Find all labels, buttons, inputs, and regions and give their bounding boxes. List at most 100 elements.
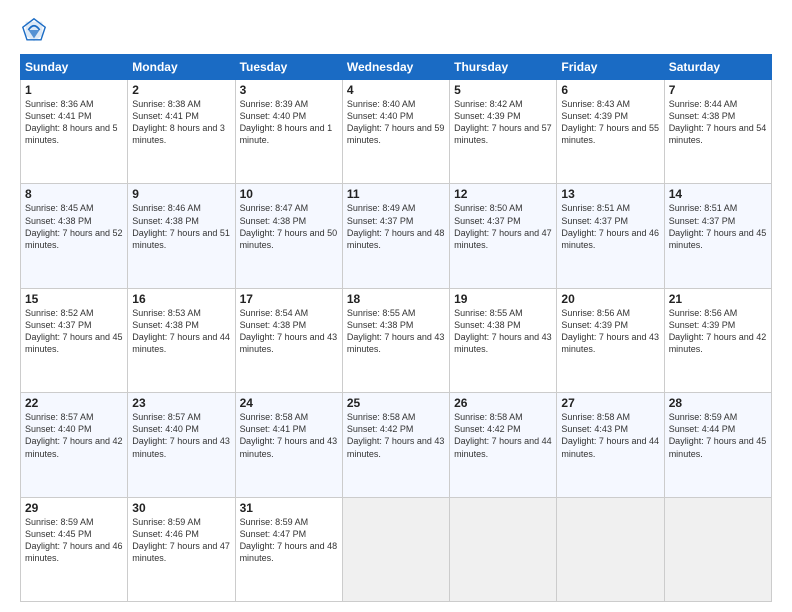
day-info: Sunrise: 8:59 AMSunset: 4:45 PMDaylight:… — [25, 516, 123, 565]
day-info: Sunrise: 8:42 AMSunset: 4:39 PMDaylight:… — [454, 98, 552, 147]
day-number: 3 — [240, 83, 338, 97]
day-info: Sunrise: 8:56 AMSunset: 4:39 PMDaylight:… — [669, 307, 767, 356]
day-info: Sunrise: 8:57 AMSunset: 4:40 PMDaylight:… — [25, 411, 123, 460]
calendar-cell: 20Sunrise: 8:56 AMSunset: 4:39 PMDayligh… — [557, 288, 664, 392]
day-number: 17 — [240, 292, 338, 306]
calendar-cell: 2Sunrise: 8:38 AMSunset: 4:41 PMDaylight… — [128, 80, 235, 184]
calendar-cell: 15Sunrise: 8:52 AMSunset: 4:37 PMDayligh… — [21, 288, 128, 392]
calendar-cell — [664, 497, 771, 601]
col-header-saturday: Saturday — [664, 55, 771, 80]
calendar-cell: 29Sunrise: 8:59 AMSunset: 4:45 PMDayligh… — [21, 497, 128, 601]
calendar-cell: 22Sunrise: 8:57 AMSunset: 4:40 PMDayligh… — [21, 393, 128, 497]
calendar-cell: 11Sunrise: 8:49 AMSunset: 4:37 PMDayligh… — [342, 184, 449, 288]
page: SundayMondayTuesdayWednesdayThursdayFrid… — [0, 0, 792, 612]
day-info: Sunrise: 8:54 AMSunset: 4:38 PMDaylight:… — [240, 307, 338, 356]
day-info: Sunrise: 8:39 AMSunset: 4:40 PMDaylight:… — [240, 98, 338, 147]
day-info: Sunrise: 8:47 AMSunset: 4:38 PMDaylight:… — [240, 202, 338, 251]
day-number: 16 — [132, 292, 230, 306]
day-info: Sunrise: 8:51 AMSunset: 4:37 PMDaylight:… — [669, 202, 767, 251]
day-info: Sunrise: 8:55 AMSunset: 4:38 PMDaylight:… — [347, 307, 445, 356]
day-info: Sunrise: 8:58 AMSunset: 4:41 PMDaylight:… — [240, 411, 338, 460]
calendar-cell: 5Sunrise: 8:42 AMSunset: 4:39 PMDaylight… — [450, 80, 557, 184]
day-number: 14 — [669, 187, 767, 201]
day-info: Sunrise: 8:51 AMSunset: 4:37 PMDaylight:… — [561, 202, 659, 251]
logo-icon — [20, 16, 48, 44]
col-header-tuesday: Tuesday — [235, 55, 342, 80]
calendar-cell: 6Sunrise: 8:43 AMSunset: 4:39 PMDaylight… — [557, 80, 664, 184]
day-number: 7 — [669, 83, 767, 97]
calendar-cell: 9Sunrise: 8:46 AMSunset: 4:38 PMDaylight… — [128, 184, 235, 288]
day-number: 13 — [561, 187, 659, 201]
day-info: Sunrise: 8:36 AMSunset: 4:41 PMDaylight:… — [25, 98, 123, 147]
col-header-wednesday: Wednesday — [342, 55, 449, 80]
day-number: 18 — [347, 292, 445, 306]
day-number: 8 — [25, 187, 123, 201]
day-number: 30 — [132, 501, 230, 515]
col-header-monday: Monday — [128, 55, 235, 80]
calendar-cell: 23Sunrise: 8:57 AMSunset: 4:40 PMDayligh… — [128, 393, 235, 497]
day-info: Sunrise: 8:59 AMSunset: 4:46 PMDaylight:… — [132, 516, 230, 565]
calendar-cell: 27Sunrise: 8:58 AMSunset: 4:43 PMDayligh… — [557, 393, 664, 497]
day-info: Sunrise: 8:52 AMSunset: 4:37 PMDaylight:… — [25, 307, 123, 356]
day-number: 26 — [454, 396, 552, 410]
day-number: 28 — [669, 396, 767, 410]
day-number: 22 — [25, 396, 123, 410]
calendar-cell: 3Sunrise: 8:39 AMSunset: 4:40 PMDaylight… — [235, 80, 342, 184]
calendar-cell: 10Sunrise: 8:47 AMSunset: 4:38 PMDayligh… — [235, 184, 342, 288]
header-row: SundayMondayTuesdayWednesdayThursdayFrid… — [21, 55, 772, 80]
day-number: 9 — [132, 187, 230, 201]
day-number: 29 — [25, 501, 123, 515]
day-number: 19 — [454, 292, 552, 306]
day-number: 23 — [132, 396, 230, 410]
calendar-cell: 1Sunrise: 8:36 AMSunset: 4:41 PMDaylight… — [21, 80, 128, 184]
day-info: Sunrise: 8:49 AMSunset: 4:37 PMDaylight:… — [347, 202, 445, 251]
day-number: 12 — [454, 187, 552, 201]
day-info: Sunrise: 8:56 AMSunset: 4:39 PMDaylight:… — [561, 307, 659, 356]
day-number: 24 — [240, 396, 338, 410]
week-row-2: 8Sunrise: 8:45 AMSunset: 4:38 PMDaylight… — [21, 184, 772, 288]
day-info: Sunrise: 8:44 AMSunset: 4:38 PMDaylight:… — [669, 98, 767, 147]
day-number: 6 — [561, 83, 659, 97]
calendar-cell: 25Sunrise: 8:58 AMSunset: 4:42 PMDayligh… — [342, 393, 449, 497]
day-number: 20 — [561, 292, 659, 306]
calendar-cell: 14Sunrise: 8:51 AMSunset: 4:37 PMDayligh… — [664, 184, 771, 288]
day-info: Sunrise: 8:59 AMSunset: 4:44 PMDaylight:… — [669, 411, 767, 460]
day-number: 4 — [347, 83, 445, 97]
day-info: Sunrise: 8:55 AMSunset: 4:38 PMDaylight:… — [454, 307, 552, 356]
header — [20, 16, 772, 44]
calendar-cell: 8Sunrise: 8:45 AMSunset: 4:38 PMDaylight… — [21, 184, 128, 288]
day-info: Sunrise: 8:45 AMSunset: 4:38 PMDaylight:… — [25, 202, 123, 251]
day-number: 21 — [669, 292, 767, 306]
day-number: 31 — [240, 501, 338, 515]
calendar-table: SundayMondayTuesdayWednesdayThursdayFrid… — [20, 54, 772, 602]
day-info: Sunrise: 8:58 AMSunset: 4:42 PMDaylight:… — [347, 411, 445, 460]
calendar-cell: 24Sunrise: 8:58 AMSunset: 4:41 PMDayligh… — [235, 393, 342, 497]
calendar-cell: 28Sunrise: 8:59 AMSunset: 4:44 PMDayligh… — [664, 393, 771, 497]
calendar-cell — [557, 497, 664, 601]
calendar-cell: 18Sunrise: 8:55 AMSunset: 4:38 PMDayligh… — [342, 288, 449, 392]
day-number: 1 — [25, 83, 123, 97]
day-number: 10 — [240, 187, 338, 201]
calendar-cell: 21Sunrise: 8:56 AMSunset: 4:39 PMDayligh… — [664, 288, 771, 392]
col-header-friday: Friday — [557, 55, 664, 80]
day-info: Sunrise: 8:57 AMSunset: 4:40 PMDaylight:… — [132, 411, 230, 460]
day-info: Sunrise: 8:53 AMSunset: 4:38 PMDaylight:… — [132, 307, 230, 356]
calendar-cell: 12Sunrise: 8:50 AMSunset: 4:37 PMDayligh… — [450, 184, 557, 288]
calendar-cell: 13Sunrise: 8:51 AMSunset: 4:37 PMDayligh… — [557, 184, 664, 288]
calendar-cell — [342, 497, 449, 601]
calendar-cell: 26Sunrise: 8:58 AMSunset: 4:42 PMDayligh… — [450, 393, 557, 497]
week-row-1: 1Sunrise: 8:36 AMSunset: 4:41 PMDaylight… — [21, 80, 772, 184]
calendar-cell: 7Sunrise: 8:44 AMSunset: 4:38 PMDaylight… — [664, 80, 771, 184]
calendar-cell: 30Sunrise: 8:59 AMSunset: 4:46 PMDayligh… — [128, 497, 235, 601]
day-info: Sunrise: 8:58 AMSunset: 4:42 PMDaylight:… — [454, 411, 552, 460]
week-row-5: 29Sunrise: 8:59 AMSunset: 4:45 PMDayligh… — [21, 497, 772, 601]
day-info: Sunrise: 8:46 AMSunset: 4:38 PMDaylight:… — [132, 202, 230, 251]
calendar-cell: 17Sunrise: 8:54 AMSunset: 4:38 PMDayligh… — [235, 288, 342, 392]
logo — [20, 16, 52, 44]
day-info: Sunrise: 8:50 AMSunset: 4:37 PMDaylight:… — [454, 202, 552, 251]
day-number: 27 — [561, 396, 659, 410]
calendar-cell: 31Sunrise: 8:59 AMSunset: 4:47 PMDayligh… — [235, 497, 342, 601]
calendar-cell — [450, 497, 557, 601]
calendar-cell: 16Sunrise: 8:53 AMSunset: 4:38 PMDayligh… — [128, 288, 235, 392]
day-info: Sunrise: 8:59 AMSunset: 4:47 PMDaylight:… — [240, 516, 338, 565]
